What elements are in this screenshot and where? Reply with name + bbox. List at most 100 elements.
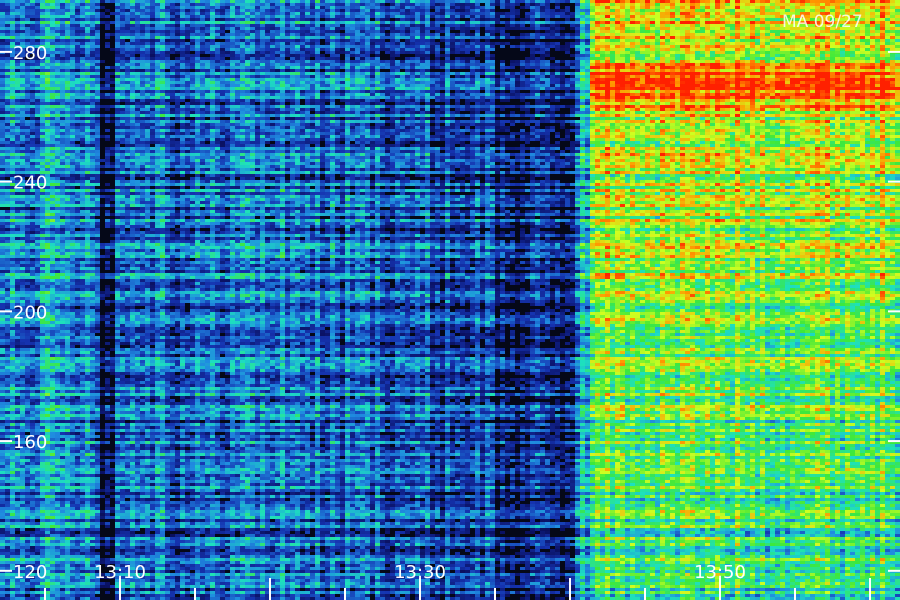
heatmap-cell: [0, 462, 5, 465]
heatmap-cell: [20, 225, 25, 228]
heatmap-cell: [10, 231, 15, 234]
heatmap-cell: [15, 12, 20, 15]
heatmap-cell: [5, 480, 10, 483]
heatmap-cell: [15, 3, 20, 6]
heatmap-cell: [30, 267, 35, 270]
heatmap-cell: [15, 255, 20, 258]
heatmap-cell: [0, 264, 5, 267]
heatmap-cell: [15, 456, 20, 459]
heatmap-cell: [25, 261, 30, 264]
heatmap-cell: [0, 315, 5, 318]
heatmap-cell: [0, 564, 5, 567]
heatmap-cell: [15, 168, 20, 171]
heatmap-cell: [5, 90, 10, 93]
heatmap-cell: [15, 297, 20, 300]
heatmap-cell: [20, 204, 25, 207]
heatmap-cell: [15, 198, 20, 201]
heatmap-cell: [25, 456, 30, 459]
heatmap-cell: [30, 135, 35, 138]
heatmap-cell: [20, 483, 25, 486]
heatmap-cell: [10, 348, 15, 351]
heatmap-cell: [10, 594, 15, 597]
heatmap-cell: [5, 375, 10, 378]
heatmap-cell: [10, 588, 15, 591]
heatmap-cell: [15, 75, 20, 78]
heatmap-cell: [10, 246, 15, 249]
heatmap-cell: [15, 453, 20, 456]
heatmap-cell: [5, 282, 10, 285]
heatmap-cell: [0, 537, 5, 540]
heatmap-cell: [15, 420, 20, 423]
heatmap-cell: [5, 504, 10, 507]
heatmap-cell: [25, 207, 30, 210]
heatmap-cell: [0, 273, 5, 276]
heatmap-cell: [10, 360, 15, 363]
heatmap-cell: [0, 531, 5, 534]
heatmap-cell: [20, 27, 25, 30]
heatmap-cell: [5, 126, 10, 129]
heatmap-cell: [0, 87, 5, 90]
heatmap-cell: [10, 453, 15, 456]
heatmap-cell: [15, 375, 20, 378]
heatmap-cell: [0, 555, 5, 558]
heatmap-cell: [5, 534, 10, 537]
heatmap-cell: [5, 516, 10, 519]
heatmap-cell: [5, 249, 10, 252]
heatmap-cell: [10, 9, 15, 12]
heatmap-cell: [5, 222, 10, 225]
heatmap-cell: [25, 513, 30, 516]
heatmap-cell: [0, 582, 5, 585]
heatmap-cell: [25, 366, 30, 369]
heatmap-cell: [25, 165, 30, 168]
heatmap-cell: [5, 450, 10, 453]
heatmap-cell: [5, 21, 10, 24]
heatmap-cell: [10, 402, 15, 405]
heatmap-cell: [15, 363, 20, 366]
heatmap-cell: [25, 531, 30, 534]
heatmap-cell: [0, 585, 5, 588]
heatmap-cell: [30, 144, 35, 147]
heatmap-cell: [0, 354, 5, 357]
heatmap-cell: [20, 282, 25, 285]
heatmap-cell: [0, 75, 5, 78]
heatmap-cell: [10, 333, 15, 336]
heatmap-cell: [20, 405, 25, 408]
heatmap-cell: [25, 21, 30, 24]
heatmap-cell: [5, 420, 10, 423]
heatmap-cell: [5, 54, 10, 57]
heatmap-cell: [20, 267, 25, 270]
heatmap-cell: [25, 411, 30, 414]
heatmap-cell: [20, 354, 25, 357]
heatmap-cell: [0, 9, 5, 12]
heatmap-cell: [0, 195, 5, 198]
heatmap-cell: [20, 111, 25, 114]
heatmap-cell: [25, 99, 30, 102]
heatmap-cell: [10, 0, 15, 3]
heatmap-cell: [0, 396, 5, 399]
heatmap-cell: [0, 84, 5, 87]
heatmap-cell: [5, 303, 10, 306]
heatmap-cell: [10, 408, 15, 411]
heatmap-cell: [5, 357, 10, 360]
heatmap-cell: [30, 9, 35, 12]
heatmap-cell: [25, 393, 30, 396]
heatmap-cell: [20, 105, 25, 108]
heatmap-cell: [20, 369, 25, 372]
heatmap-cell: [15, 96, 20, 99]
heatmap-cell: [0, 345, 5, 348]
heatmap-cell: [15, 252, 20, 255]
heatmap-cell: [0, 81, 5, 84]
heatmap-cell: [15, 519, 20, 522]
heatmap-cell: [10, 552, 15, 555]
heatmap-cell: [30, 240, 35, 243]
heatmap-cell: [10, 99, 15, 102]
heatmap-cell: [15, 24, 20, 27]
heatmap-cell: [0, 384, 5, 387]
heatmap-cell: [15, 129, 20, 132]
heatmap-cell: [25, 138, 30, 141]
heatmap-cell: [5, 297, 10, 300]
heatmap-cell: [20, 519, 25, 522]
heatmap-cell: [15, 372, 20, 375]
heatmap-cell: [25, 147, 30, 150]
heatmap-cell: [25, 471, 30, 474]
